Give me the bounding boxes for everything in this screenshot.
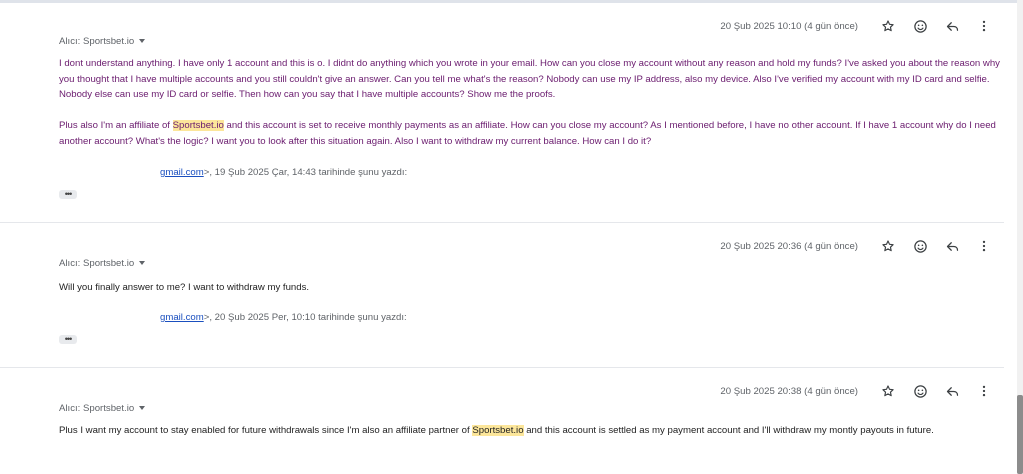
more-vert-icon — [982, 240, 986, 252]
star-button[interactable] — [872, 380, 904, 402]
star-icon — [882, 385, 894, 397]
message-date: 20 Şub 2025 10:10 (4 gün önce) — [720, 20, 858, 32]
show-trimmed-content-button[interactable]: ••• — [59, 190, 77, 199]
reply-button[interactable] — [936, 235, 968, 257]
more-options-button[interactable] — [968, 380, 1000, 402]
more-options-button[interactable] — [968, 235, 1000, 257]
recipient-line: Alıcı: Sportsbet.io — [59, 403, 146, 414]
star-icon — [882, 240, 894, 252]
reply-icon — [946, 386, 958, 396]
email-message: 20 Şub 2025 20:38 (4 gün önce) Alıcı: Sp… — [0, 368, 1004, 474]
recipient-label: Alıcı: Sportsbet.io — [59, 403, 135, 414]
more-vert-icon — [982, 20, 986, 32]
message-header-actions: 20 Şub 2025 20:36 (4 gün önce) — [720, 235, 1000, 257]
message-paragraph: Will you finally answer to me? I want to… — [59, 282, 310, 293]
chevron-down-icon[interactable] — [139, 261, 146, 266]
message-paragraph: I dont understand anything. I have only … — [59, 58, 1000, 101]
scrollbar-thumb[interactable] — [1017, 395, 1023, 474]
highlighted-term: Sportsbet.io — [472, 425, 524, 436]
star-icon — [882, 20, 894, 32]
highlighted-term: Sportsbet.io — [172, 120, 224, 132]
message-paragraph: Plus I want my account to stay enabled f… — [59, 425, 934, 436]
more-options-button[interactable] — [968, 15, 1000, 37]
reply-button[interactable] — [936, 15, 968, 37]
email-message: 20 Şub 2025 10:10 (4 gün önce) Alıcı: Sp… — [0, 3, 1004, 223]
star-button[interactable] — [872, 15, 904, 37]
star-button[interactable] — [872, 235, 904, 257]
emoji-button[interactable] — [904, 235, 936, 257]
message-header-actions: 20 Şub 2025 10:10 (4 gün önce) — [720, 15, 1000, 37]
message-header-actions: 20 Şub 2025 20:38 (4 gün önce) — [720, 380, 1000, 402]
recipient-line: Alıcı: Sportsbet.io — [59, 36, 146, 47]
message-date: 20 Şub 2025 20:36 (4 gün önce) — [720, 240, 858, 252]
emoji-button[interactable] — [904, 380, 936, 402]
message-body: I dont understand anything. I have only … — [59, 56, 1004, 150]
recipient-label: Alıcı: Sportsbet.io — [59, 36, 135, 47]
reply-button[interactable] — [936, 380, 968, 402]
message-body: Will you finally answer to me? I want to… — [59, 280, 1004, 296]
recipient-label: Alıcı: Sportsbet.io — [59, 258, 135, 269]
recipient-line: Alıcı: Sportsbet.io — [59, 258, 146, 269]
reply-icon — [946, 241, 958, 251]
emoji-icon — [913, 19, 927, 33]
quote-header: gmail.com>, 20 Şub 2025 Per, 10:10 tarih… — [160, 312, 407, 323]
email-link[interactable]: gmail.com — [160, 312, 204, 323]
emoji-button[interactable] — [904, 15, 936, 37]
email-link[interactable]: gmail.com — [160, 167, 204, 178]
more-vert-icon — [982, 385, 986, 397]
emoji-icon — [913, 239, 927, 253]
emoji-icon — [913, 384, 927, 398]
quote-header: gmail.com>, 19 Şub 2025 Çar, 14:43 tarih… — [160, 167, 408, 178]
chevron-down-icon[interactable] — [139, 406, 146, 411]
message-body: Plus I want my account to stay enabled f… — [59, 423, 1004, 439]
email-message: 20 Şub 2025 20:36 (4 gün önce) Alıcı: Sp… — [0, 223, 1004, 368]
message-date: 20 Şub 2025 20:38 (4 gün önce) — [720, 385, 858, 397]
message-paragraph: Plus also I'm an affiliate of Sportsbet.… — [59, 120, 996, 147]
chevron-down-icon[interactable] — [139, 39, 146, 44]
reply-icon — [946, 21, 958, 31]
show-trimmed-content-button[interactable]: ••• — [59, 335, 77, 344]
